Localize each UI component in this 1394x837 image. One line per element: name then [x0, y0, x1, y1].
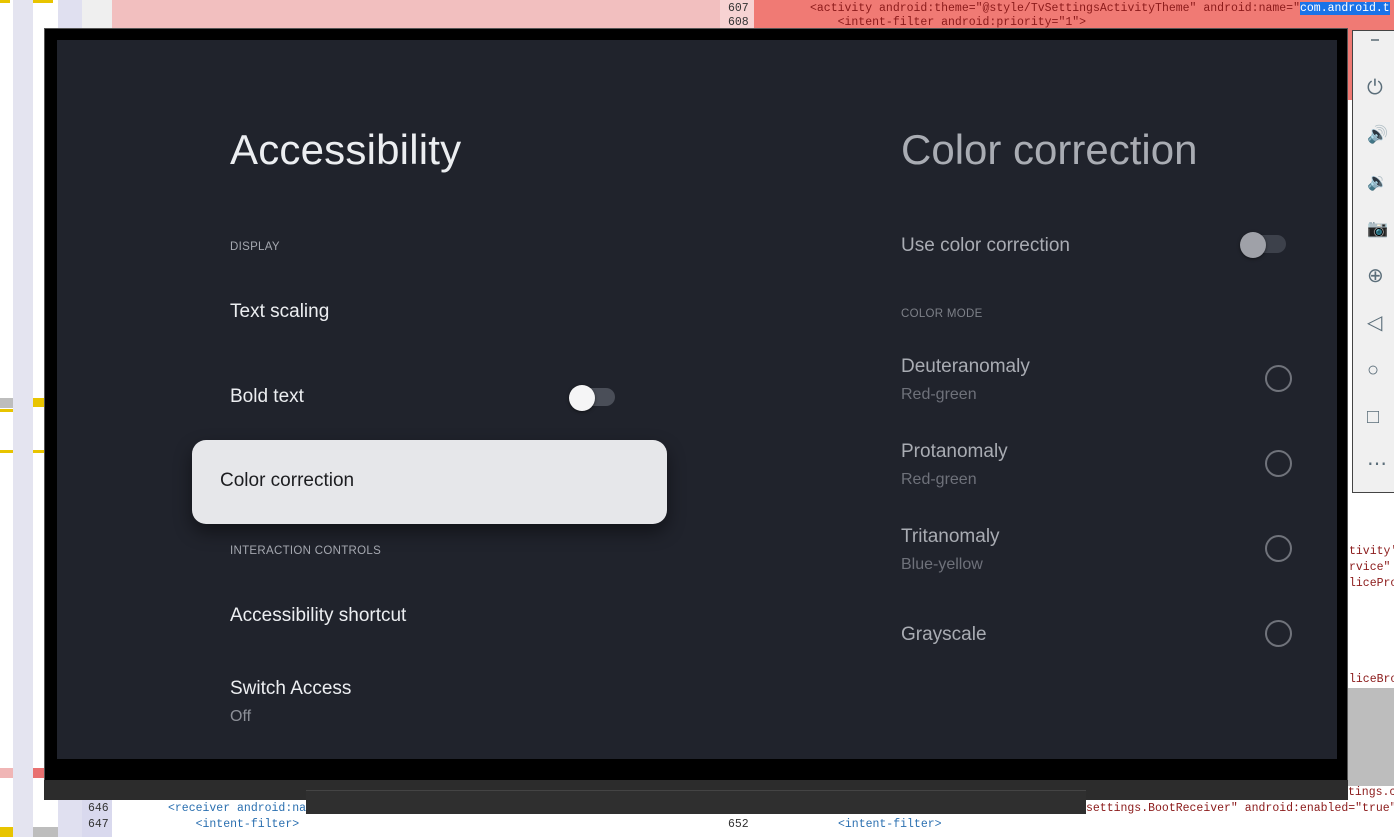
volume-down-icon[interactable]: 🔉: [1367, 167, 1394, 197]
code-line: <intent-filter>: [838, 818, 942, 831]
code-fragment: liceBro: [1349, 673, 1394, 686]
pref-title: Switch Access: [230, 678, 352, 699]
code-fragment: tivity': [1349, 545, 1394, 558]
use-color-correction-label: Use color correction: [901, 235, 1070, 256]
zoom-icon[interactable]: ⊕: [1367, 261, 1394, 291]
section-header-color-mode: COLOR MODE: [901, 308, 983, 320]
pref-color-correction[interactable]: Color correction: [192, 440, 667, 524]
pref-summary: Off: [230, 708, 252, 725]
code-fragment: licePro: [1349, 577, 1394, 590]
diff-marker: [0, 0, 10, 3]
bold-text-toggle[interactable]: [569, 385, 617, 411]
pref-accessibility-shortcut[interactable]: Accessibility shortcut: [192, 575, 667, 659]
pref-title: Bold text: [230, 386, 304, 407]
code-fragment: tings.c: [1348, 786, 1394, 799]
pref-switch-access[interactable]: Switch Access Off: [192, 660, 667, 744]
more-icon[interactable]: ⋯: [1367, 449, 1394, 479]
page-title: Accessibility: [230, 126, 462, 173]
mode-summary: Red-green: [901, 386, 977, 403]
use-color-correction-toggle[interactable]: [1240, 232, 1288, 258]
detail-title: Color correction: [901, 126, 1198, 173]
pref-title: Accessibility shortcut: [230, 605, 407, 626]
editor-gutter: [0, 0, 13, 837]
diff-marker: [0, 409, 13, 412]
minimize-button[interactable]: [1371, 39, 1379, 41]
diff-marker: [0, 450, 13, 453]
diff-marker: [33, 0, 53, 3]
editor-gutter: [13, 0, 33, 837]
power-icon[interactable]: ⏻: [1367, 73, 1394, 103]
radio-button[interactable]: [1265, 365, 1292, 392]
tv-screen: Accessibility DISPLAY Text scaling Bold …: [57, 40, 1337, 759]
radio-button[interactable]: [1265, 450, 1292, 477]
mode-summary: Blue-yellow: [901, 556, 983, 573]
home-icon[interactable]: ○: [1367, 355, 1394, 385]
diff-block: [1348, 688, 1394, 786]
section-header-interaction: INTERACTION CONTROLS: [230, 545, 382, 557]
mode-title: Tritanomaly: [901, 526, 1000, 547]
back-icon[interactable]: ◁: [1367, 308, 1394, 338]
toggle-thumb: [569, 385, 595, 411]
toggle-thumb: [1240, 232, 1266, 258]
line-number: 607: [728, 2, 749, 15]
mode-title: Deuteranomaly: [901, 356, 1030, 377]
line-number: 652: [728, 818, 749, 831]
radio-button[interactable]: [1265, 535, 1292, 562]
pref-text-scaling[interactable]: Text scaling: [192, 270, 667, 354]
code-line: <receiver android:na: [168, 802, 307, 815]
emulator-side-toolbar: ⏻ 🔊 🔉 📷 ⊕ ◁ ○ □ ⋯: [1352, 30, 1394, 493]
diff-marker: [0, 827, 13, 837]
mode-summary: Red-green: [901, 471, 977, 488]
camera-icon[interactable]: 📷: [1367, 214, 1394, 244]
radio-button[interactable]: [1265, 620, 1292, 647]
diff-pane-left-removed: [112, 0, 720, 30]
line-number: 646: [88, 802, 109, 815]
overview-icon[interactable]: □: [1367, 402, 1394, 432]
code-fragment: settings.BootReceiver" android:enabled="…: [1086, 802, 1394, 815]
mode-title: Grayscale: [901, 624, 987, 645]
mode-title: Protanomaly: [901, 441, 1008, 462]
code-selection: com.android.t: [1299, 2, 1390, 15]
section-header-display: DISPLAY: [230, 241, 280, 253]
pref-bold-text[interactable]: Bold text: [192, 355, 667, 439]
emulator-bottom-panel: [306, 790, 1086, 814]
diff-marker: [0, 398, 13, 408]
diff-marker: [0, 768, 13, 778]
volume-up-icon[interactable]: 🔊: [1367, 120, 1394, 150]
pref-title: Text scaling: [230, 301, 330, 322]
line-number: 647: [88, 818, 109, 831]
code-line: <activity android:theme="@style/TvSettin…: [810, 2, 1390, 16]
code-line: <intent-filter>: [168, 818, 300, 831]
code-fragment: rvice": [1349, 561, 1391, 574]
code-text: <activity android:theme="@style/TvSettin…: [810, 2, 1300, 15]
pref-title: Color correction: [220, 470, 355, 491]
diff-marker: [33, 827, 58, 837]
